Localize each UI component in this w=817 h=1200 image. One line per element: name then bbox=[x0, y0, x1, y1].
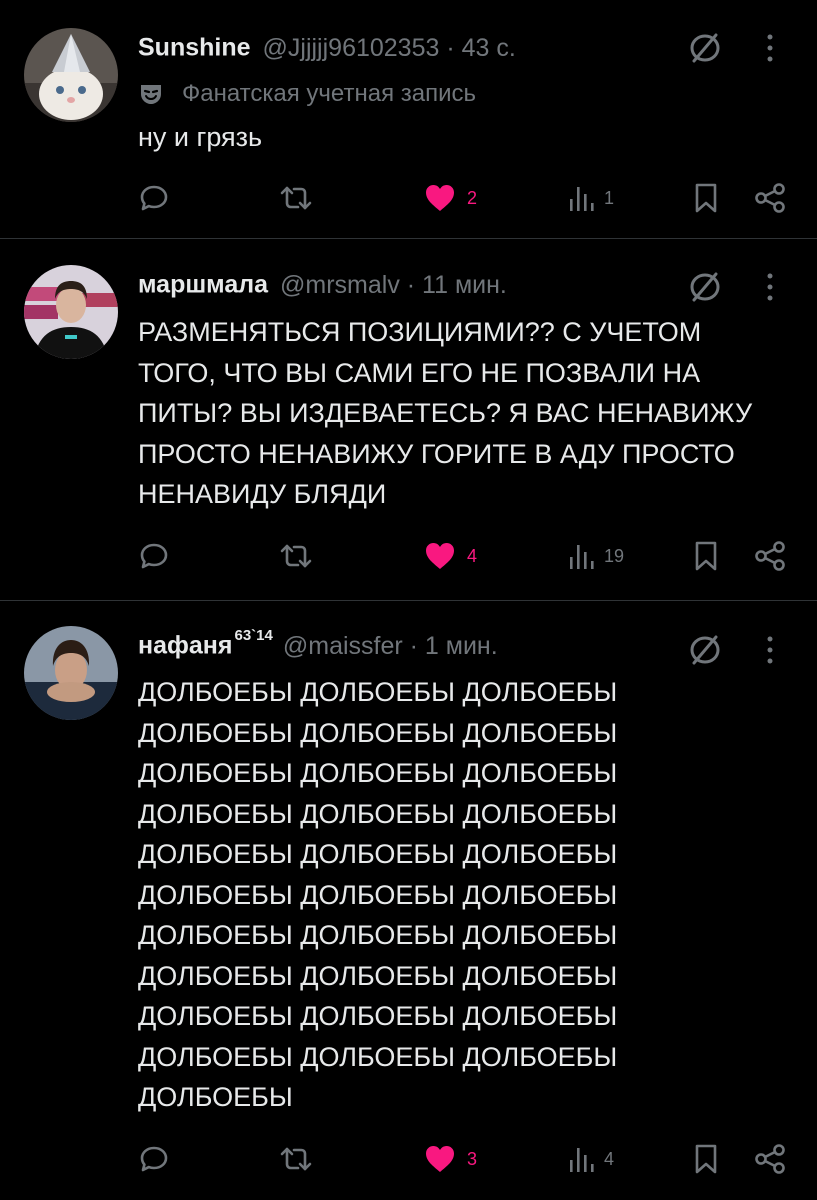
repost-button[interactable] bbox=[278, 178, 324, 218]
display-name[interactable]: Sunshine bbox=[138, 33, 253, 62]
more-vertical-icon[interactable] bbox=[760, 26, 780, 70]
repost-icon bbox=[280, 544, 312, 568]
like-button[interactable]: 2 bbox=[423, 178, 477, 218]
like-button[interactable]: 3 bbox=[423, 1139, 477, 1179]
repost-button[interactable] bbox=[278, 536, 324, 576]
ghost-slash-icon[interactable] bbox=[683, 26, 727, 70]
more-vertical-icon[interactable] bbox=[760, 265, 780, 309]
post-sunshine[interactable]: Sunshine @Jjjjjj96102353 · 43 с. Фанатск… bbox=[0, 0, 817, 238]
fan-account-badge: Фанатская учетная запись bbox=[138, 77, 476, 111]
post-actions: 3 4 bbox=[0, 1139, 817, 1179]
avatar[interactable] bbox=[24, 265, 118, 359]
bookmark-icon bbox=[695, 541, 717, 571]
more-vertical-icon[interactable] bbox=[760, 628, 780, 672]
fan-account-label: Фанатская учетная запись bbox=[182, 80, 476, 107]
post-text: РАЗМЕНЯТЬСЯ ПОЗИЦИЯМИ?? С УЧЕТОМ ТОГО, Ч… bbox=[138, 317, 753, 509]
views-icon bbox=[570, 545, 594, 569]
heart-filled-icon bbox=[426, 185, 454, 211]
repost-icon bbox=[280, 186, 312, 210]
repost-button[interactable] bbox=[278, 1139, 324, 1179]
avatar[interactable] bbox=[24, 28, 118, 122]
reply-icon bbox=[140, 1146, 168, 1172]
bookmark-icon bbox=[695, 1144, 717, 1174]
handle-and-time[interactable]: @maissfer · 1 мин. bbox=[283, 632, 498, 661]
ghost-slash-icon[interactable] bbox=[683, 628, 727, 672]
heart-filled-icon bbox=[426, 543, 454, 569]
share-button[interactable] bbox=[753, 536, 787, 576]
bookmark-button[interactable] bbox=[693, 1139, 719, 1179]
post-text: ДОЛБОЕБЫ ДОЛБОЕБЫ ДОЛБОЕБЫ ДОЛБОЕБЫ ДОЛБ… bbox=[138, 677, 618, 1112]
reply-button[interactable] bbox=[138, 178, 180, 218]
bookmark-button[interactable] bbox=[693, 536, 719, 576]
reply-icon bbox=[140, 185, 168, 211]
post-actions: 2 1 bbox=[0, 178, 817, 218]
handle-and-time[interactable]: @mrsmalv · 11 мин. bbox=[280, 271, 507, 300]
share-button[interactable] bbox=[753, 1139, 787, 1179]
views-button[interactable]: 1 bbox=[568, 178, 614, 218]
views-button[interactable]: 4 bbox=[568, 1139, 614, 1179]
reply-icon bbox=[140, 543, 168, 569]
post-header: нафаня 63`14 @maissfer · 1 мин. bbox=[138, 626, 498, 666]
display-name[interactable]: нафаня 63`14 bbox=[138, 627, 273, 660]
share-icon bbox=[755, 183, 785, 213]
mask-icon bbox=[141, 85, 161, 104]
post-text: ну и грязь bbox=[138, 122, 263, 152]
post-marshmala[interactable]: маршмала @mrsmalv · 11 мин. РАЗМЕНЯТЬСЯ … bbox=[0, 239, 817, 600]
ghost-slash-icon[interactable] bbox=[683, 265, 727, 309]
heart-filled-icon bbox=[426, 1146, 454, 1172]
like-button[interactable]: 4 bbox=[423, 536, 477, 576]
share-icon bbox=[755, 1144, 785, 1174]
views-button[interactable]: 19 bbox=[568, 536, 624, 576]
handle-and-time[interactable]: @Jjjjjj96102353 · 43 с. bbox=[263, 34, 516, 63]
post-nafanya[interactable]: нафаня 63`14 @maissfer · 1 мин. ДОЛБОЕБЫ … bbox=[0, 601, 817, 1200]
avatar[interactable] bbox=[24, 626, 118, 720]
post-header: маршмала @mrsmalv · 11 мин. bbox=[138, 265, 507, 305]
views-icon bbox=[570, 187, 594, 211]
reply-button[interactable] bbox=[138, 1139, 180, 1179]
reply-button[interactable] bbox=[138, 536, 180, 576]
views-icon bbox=[570, 1148, 594, 1172]
repost-icon bbox=[280, 1147, 312, 1171]
post-actions: 4 19 bbox=[0, 536, 817, 576]
post-header: Sunshine @Jjjjjj96102353 · 43 с. bbox=[138, 28, 516, 68]
share-button[interactable] bbox=[753, 178, 787, 218]
share-icon bbox=[755, 541, 785, 571]
bookmark-button[interactable] bbox=[693, 178, 719, 218]
display-name[interactable]: маршмала bbox=[138, 270, 270, 299]
bookmark-icon bbox=[695, 183, 717, 213]
